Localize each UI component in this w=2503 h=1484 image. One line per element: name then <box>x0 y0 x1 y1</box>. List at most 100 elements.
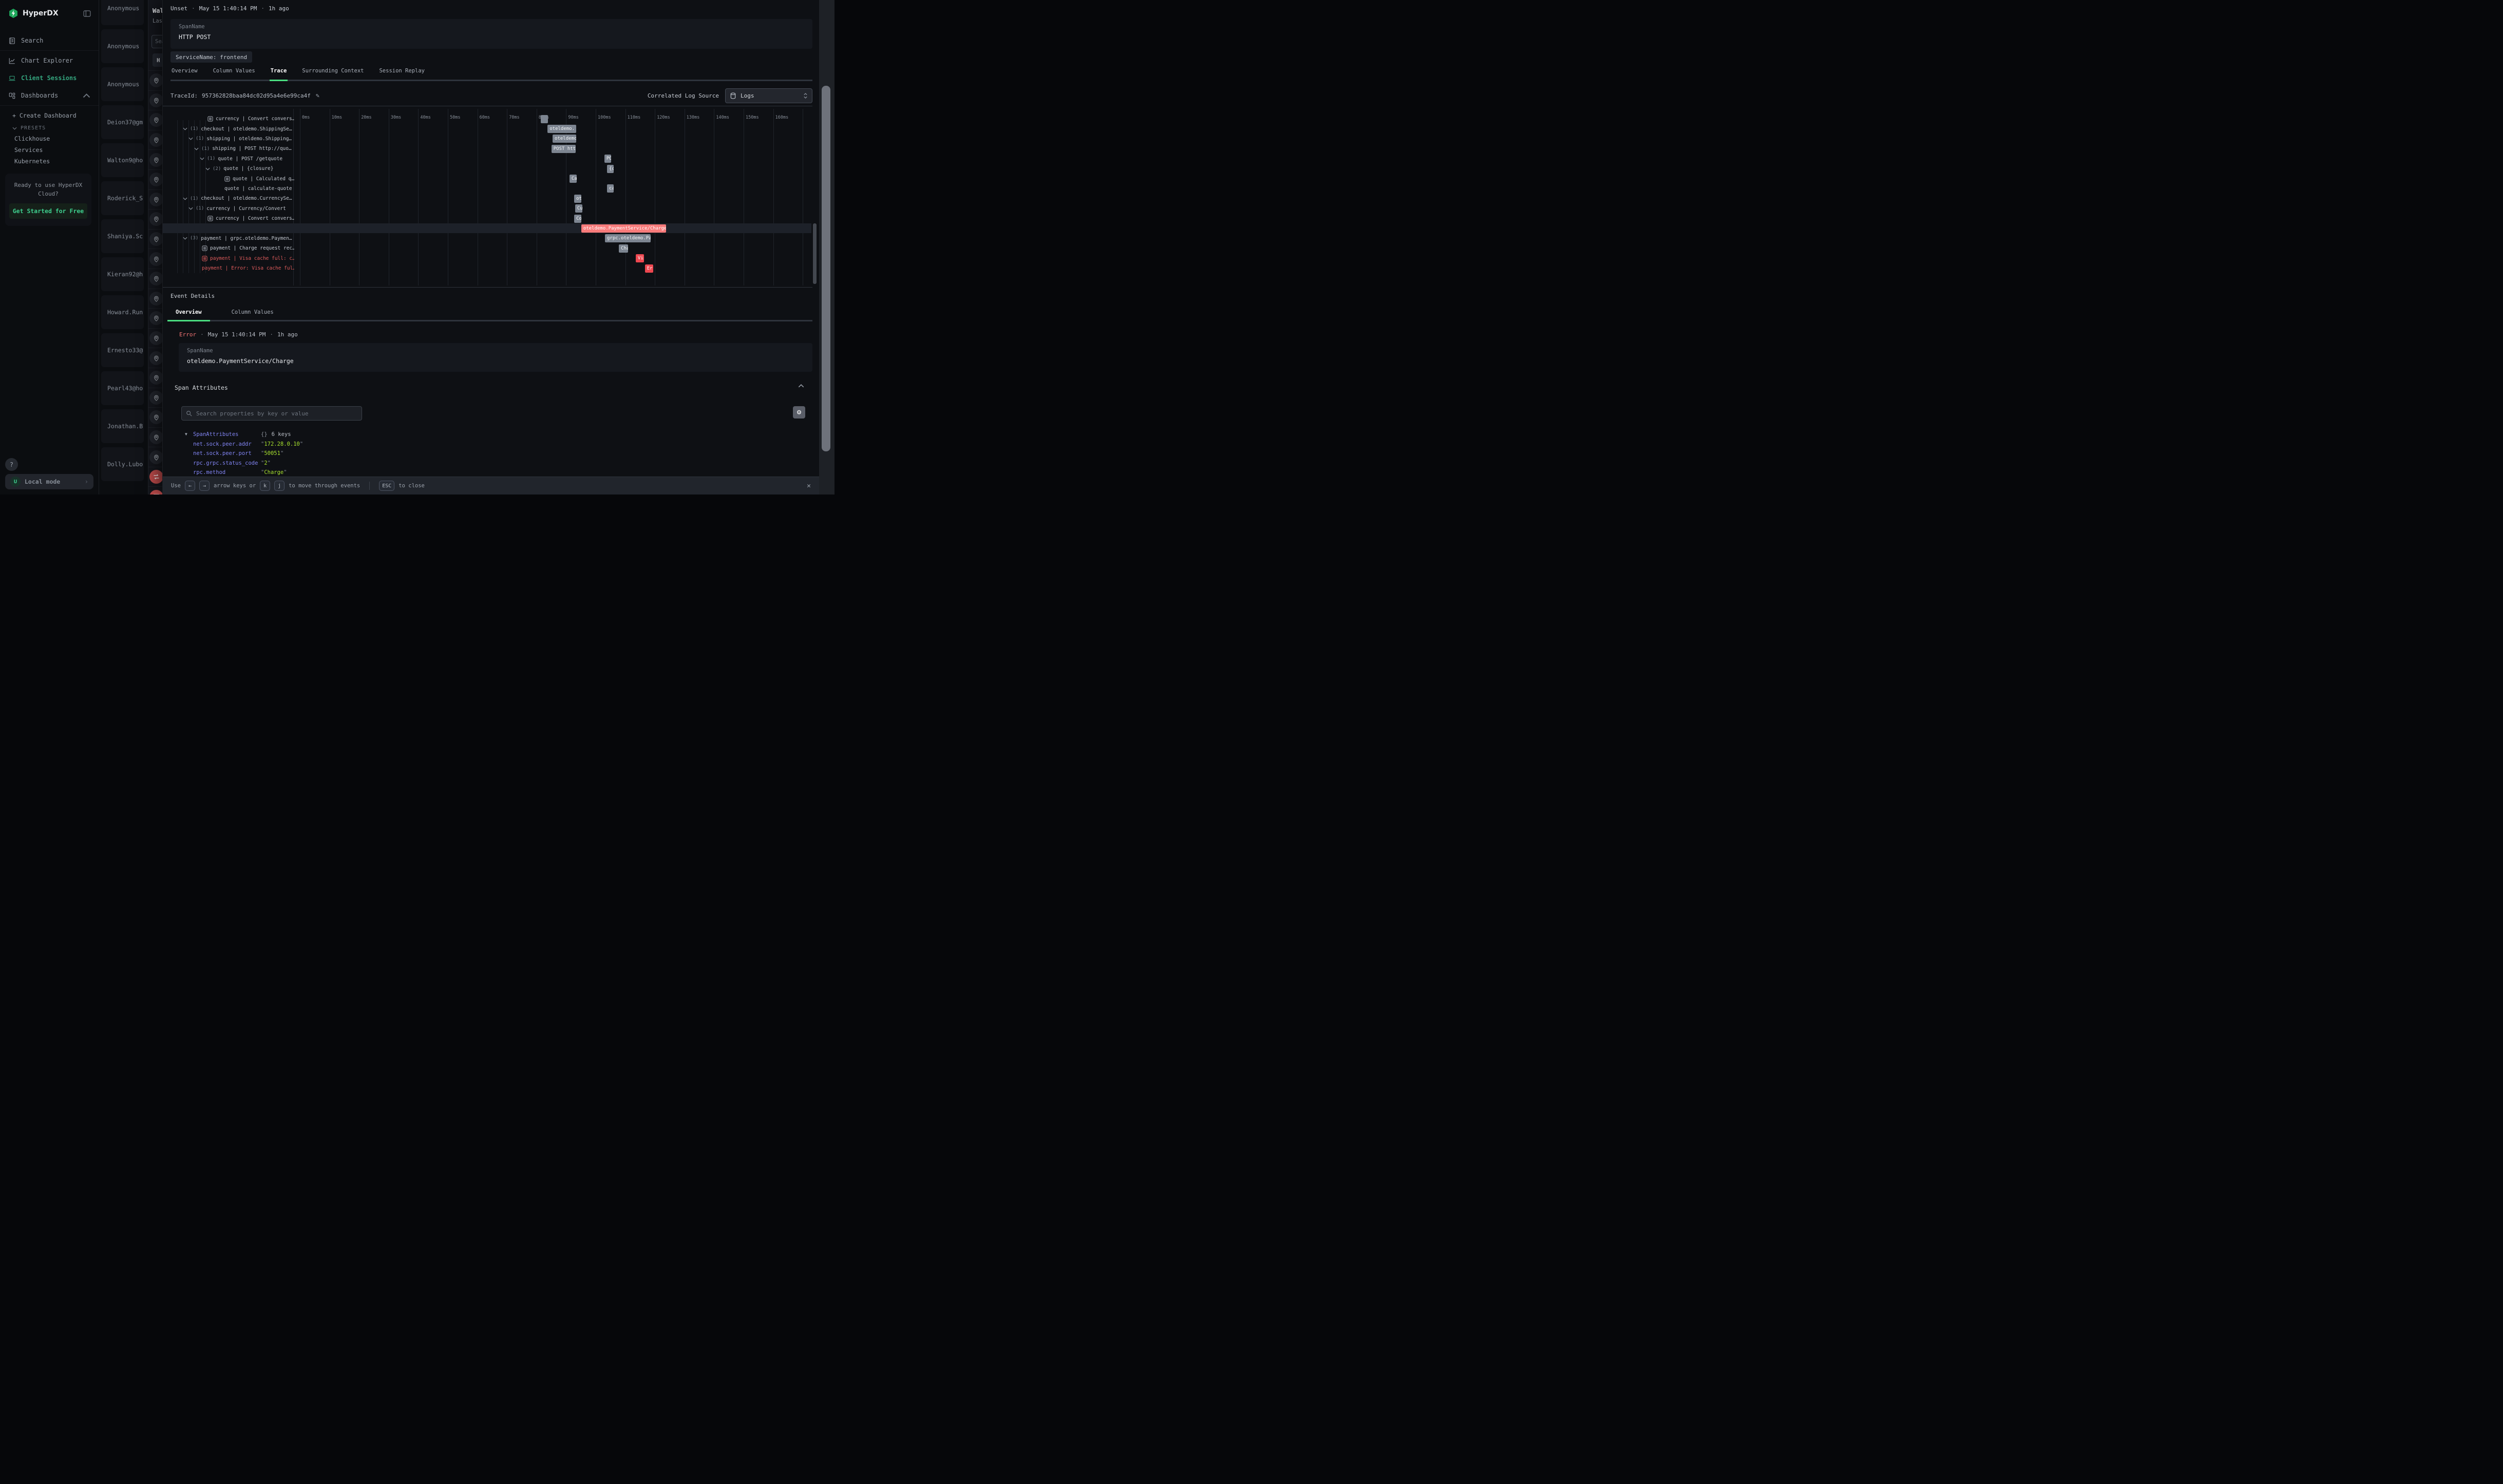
trace-tree-row[interactable]: quote | Calculated q… <box>224 174 294 183</box>
tab-overview[interactable]: Overview <box>170 66 199 81</box>
session-card[interactable]: Deion37@gm <box>101 105 144 139</box>
session-card[interactable]: Anonymous <box>101 67 144 101</box>
tab-column-values[interactable]: Column Values <box>212 66 256 81</box>
trace-tree-row[interactable]: (1)checkout | oteldemo.CurrencySe… <box>183 194 294 203</box>
session-card[interactable]: Anonymous <box>101 29 144 63</box>
session-card[interactable]: Roderick_S <box>101 181 144 215</box>
tab-session-replay[interactable]: Session Replay <box>378 66 426 81</box>
sidebar-preset-link[interactable]: Kubernetes <box>0 156 99 167</box>
pin-icon[interactable] <box>149 331 163 345</box>
session-card[interactable]: Jonathan.B <box>101 409 144 443</box>
tab-surrounding-context[interactable]: Surrounding Context <box>301 66 365 81</box>
trace-span-bar[interactable]: Calculated <box>570 175 577 183</box>
trace-span-bar[interactable]: oteldemo.PaymentService/Charge <box>581 224 666 233</box>
service-name-chip[interactable]: ServiceName: frontend <box>170 51 252 63</box>
trace-span-bar[interactable]: {closure} <box>607 165 614 173</box>
attributes-search-input[interactable]: Search properties by key or value <box>181 406 362 421</box>
close-icon[interactable]: ✕ <box>807 482 811 490</box>
trace-span-bar[interactable]: oteldemo.Shipping <box>553 135 576 143</box>
help-button[interactable]: ? <box>5 458 18 471</box>
get-started-button[interactable]: Get Started for Free <box>9 203 87 219</box>
pin-icon[interactable] <box>149 430 163 444</box>
pin-icon[interactable] <box>149 193 163 206</box>
tab-ed-overview[interactable]: Overview <box>167 307 210 321</box>
chevron-down-icon[interactable] <box>205 167 210 170</box>
chevron-down-icon[interactable] <box>183 127 187 130</box>
trace-span-bar[interactable]: POST /getquote <box>604 155 611 163</box>
chevron-down-icon[interactable] <box>188 207 193 210</box>
caret-down-icon[interactable]: ▼ <box>185 432 193 436</box>
trace-tree-row[interactable]: (1)shipping | oteldemo.Shipping… <box>188 134 294 144</box>
sidebar-item-chart-explorer[interactable]: Chart Explorer <box>0 52 99 69</box>
pin-icon[interactable] <box>149 173 163 186</box>
chevron-down-icon[interactable] <box>200 157 204 160</box>
trace-span-bar[interactable]: calculate-quote <box>607 184 614 193</box>
chevron-down-icon[interactable] <box>183 197 187 200</box>
trace-tree-row[interactable]: payment | Visa cache full: c… <box>202 254 294 263</box>
tab-ed-column-values[interactable]: Column Values <box>223 307 282 321</box>
pin-icon[interactable] <box>149 351 163 365</box>
gear-icon[interactable]: ⚙ <box>793 406 805 418</box>
edit-icon[interactable]: ✎ <box>316 92 319 99</box>
local-mode-button[interactable]: U Local mode › <box>5 474 93 489</box>
log-source-select[interactable]: Logs <box>725 88 812 103</box>
pin-icon[interactable] <box>149 73 163 87</box>
trace-tree-row[interactable]: (1)quote | POST /getquote <box>200 154 294 164</box>
terminal-icon[interactable] <box>149 490 163 494</box>
trace-tree-row[interactable]: quote | calculate-quote <box>224 184 294 194</box>
trace-span-bar[interactable]: Charge request <box>619 244 628 253</box>
pin-icon[interactable] <box>149 450 163 464</box>
trace-span-bar[interactable]: Convert <box>574 215 581 223</box>
pin-icon[interactable] <box>149 133 163 147</box>
session-card[interactable]: Shaniya.Sc <box>101 219 144 253</box>
pin-icon[interactable] <box>149 311 163 325</box>
sidebar-preset-link[interactable]: Services <box>0 144 99 156</box>
create-dashboard-button[interactable]: + Create Dashboard <box>0 109 99 122</box>
trace-span-bar[interactable]: Error: Visa cache full <box>645 264 653 273</box>
pin-icon[interactable] <box>149 93 163 107</box>
trace-tree-row[interactable]: (1)shipping | POST http://quo… <box>194 144 294 154</box>
trace-tree-row[interactable]: payment | Error: Visa cache ful… <box>202 263 294 273</box>
trace-span-bar[interactable]: Currency/Convert <box>575 204 582 213</box>
chevron-down-icon[interactable] <box>188 137 193 140</box>
trace-tree-row[interactable]: (1)checkout | oteldemo.ShippingSe… <box>183 124 294 134</box>
trace-tree-row[interactable]: (1)currency | Currency/Convert <box>188 204 294 214</box>
trace-tree-row[interactable]: (2)quote | {closure} <box>205 164 294 174</box>
pin-icon[interactable] <box>149 212 163 226</box>
sidebar-item-search[interactable]: Search <box>0 32 99 49</box>
collapse-chevron-icon[interactable] <box>798 384 804 388</box>
chevron-down-icon[interactable] <box>194 147 199 150</box>
pin-icon[interactable] <box>149 232 163 246</box>
pin-icon[interactable] <box>149 410 163 424</box>
sidebar-item-dashboards[interactable]: Dashboards <box>0 87 99 104</box>
sidebar-item-client-sessions[interactable]: Client Sessions <box>0 69 99 87</box>
page-scrollbar-thumb[interactable] <box>822 86 830 451</box>
pin-icon[interactable] <box>149 272 163 286</box>
session-card[interactable]: Howard.Run <box>101 295 144 329</box>
trace-span-bar[interactable]: POST http <box>552 145 576 153</box>
trace-tree-row[interactable]: currency | Convert convers… <box>207 214 294 223</box>
sidebar-collapse-icon[interactable] <box>83 9 91 18</box>
pin-icon[interactable] <box>149 252 163 266</box>
pin-icon[interactable] <box>149 153 163 167</box>
trace-span-bar[interactable]: Visa cache full <box>636 254 644 262</box>
session-card[interactable]: Ernesto33@ <box>101 333 144 367</box>
trace-span-bar[interactable]: oteldemo. <box>547 125 576 133</box>
tab-trace[interactable]: Trace <box>270 66 288 81</box>
session-card[interactable]: Walton9@ho <box>101 143 144 177</box>
chevron-down-icon[interactable] <box>183 237 187 240</box>
pin-icon[interactable] <box>149 391 163 405</box>
session-card[interactable]: Dolly.Lubo <box>101 447 144 481</box>
pin-icon[interactable] <box>149 371 163 385</box>
swap-icon[interactable] <box>149 470 163 484</box>
sidebar-preset-link[interactable]: Clickhouse <box>0 133 99 144</box>
trace-tree-row[interactable]: (3)payment | grpc.oteldemo.Paymen… <box>183 234 294 243</box>
trace-span-bar[interactable]: grpc.oteldemo.Paymen <box>605 234 651 242</box>
session-search-input[interactable]: Sea <box>151 35 163 48</box>
waterfall-scrollbar[interactable] <box>813 223 817 284</box>
session-card[interactable]: Pearl43@ho <box>101 371 144 405</box>
trace-span-bar[interactable] <box>541 115 548 123</box>
pin-icon[interactable] <box>149 292 163 306</box>
session-card[interactable]: Anonymous <box>101 0 144 25</box>
trace-tree-row[interactable]: currency | Convert convers… <box>207 114 294 124</box>
